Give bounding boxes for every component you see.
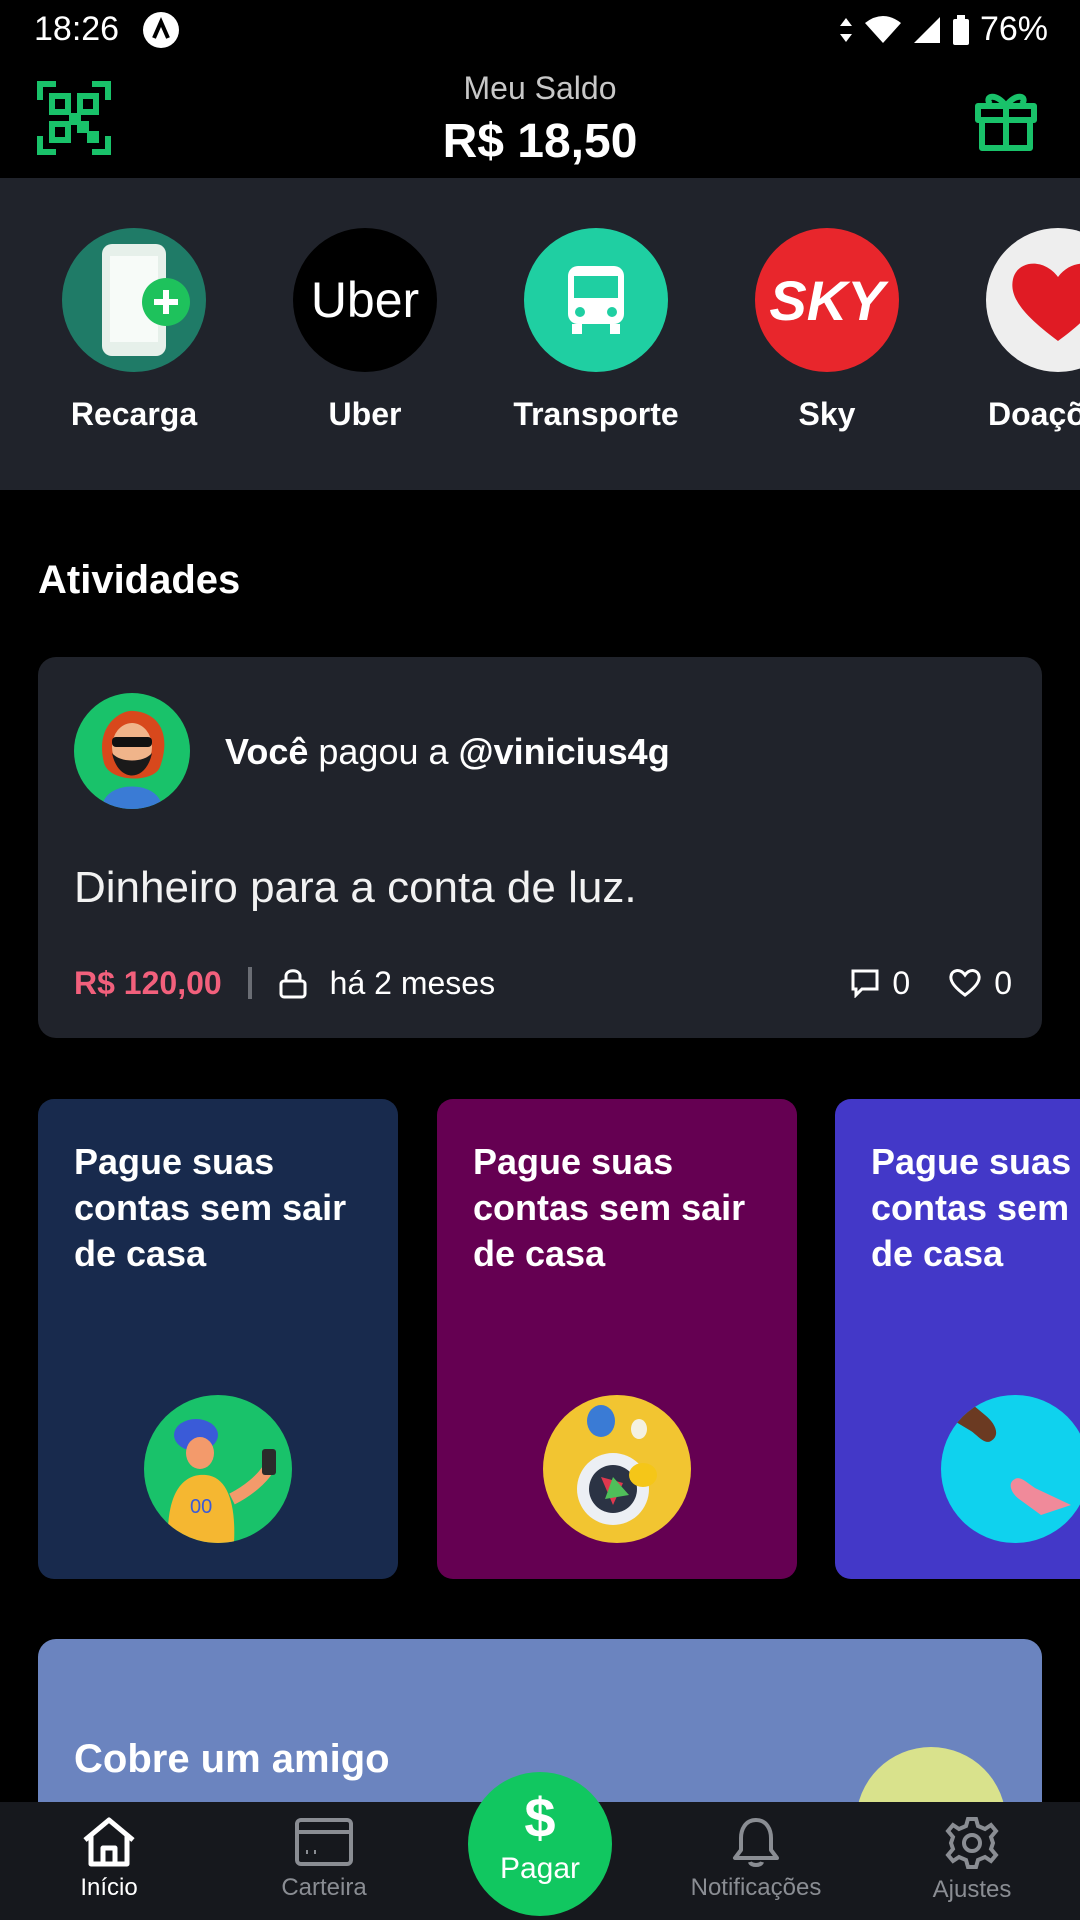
nav-label: Ajustes bbox=[932, 1876, 1012, 1903]
header: Meu Saldo R$ 18,50 bbox=[0, 60, 1080, 178]
nav-label: Notificações bbox=[690, 1874, 822, 1901]
heart-outline-icon bbox=[949, 969, 981, 997]
activity-meta: R$ 120,00 há 2 meses 0 0 bbox=[74, 961, 1012, 1005]
activity-verb: pagou a bbox=[308, 731, 459, 772]
shortcut-label: Sky bbox=[798, 396, 856, 432]
uber-logo: Uber bbox=[293, 228, 437, 372]
lock-icon bbox=[279, 969, 307, 999]
dollar-icon: $ bbox=[524, 1786, 556, 1849]
shortcut-doacao[interactable]: Doaçõ bbox=[958, 228, 1080, 433]
activity-card[interactable]: Você pagou a @vinicius4g Dinheiro para a… bbox=[38, 657, 1042, 1038]
status-time: 18:26 bbox=[34, 10, 120, 48]
status-bar: 18:26 76% bbox=[0, 0, 1080, 60]
activity-target[interactable]: @vinicius4g bbox=[459, 731, 670, 772]
person-phone-illustration: 00 bbox=[144, 1395, 292, 1543]
nav-label: Início bbox=[80, 1874, 138, 1901]
data-arrows-icon bbox=[839, 17, 852, 42]
svg-text:00: 00 bbox=[190, 1496, 212, 1518]
hands-illustration bbox=[941, 1395, 1080, 1543]
shortcut-label: Transporte bbox=[513, 396, 679, 432]
nav-label: Carteira bbox=[281, 1874, 367, 1901]
shortcut-sky[interactable]: SKY Sky bbox=[727, 228, 927, 433]
battery-icon bbox=[952, 14, 969, 45]
comment-icon bbox=[851, 969, 879, 998]
promo-title: Pague suas contas sem sair de casa bbox=[74, 1141, 347, 1274]
like-button[interactable]: 0 bbox=[948, 965, 1012, 1002]
shortcut-label: Doaçõ bbox=[988, 396, 1080, 432]
balance-label: Meu Saldo bbox=[463, 70, 617, 106]
pay-button[interactable]: $ Pagar bbox=[468, 1772, 612, 1916]
avatar[interactable] bbox=[74, 693, 190, 809]
nav-notificacoes[interactable]: Notificações bbox=[656, 1816, 856, 1902]
wallet-card-icon bbox=[295, 1818, 353, 1866]
bus-icon bbox=[524, 228, 668, 372]
comment-count: 0 bbox=[892, 964, 911, 1001]
sky-logo: SKY bbox=[755, 228, 899, 372]
activity-headline: Você pagou a @vinicius4g bbox=[225, 731, 670, 773]
heart-icon bbox=[986, 228, 1080, 372]
comment-button[interactable]: 0 bbox=[850, 965, 910, 1002]
phone-plus-icon bbox=[62, 228, 206, 372]
shortcut-label: Recarga bbox=[70, 396, 198, 432]
sky-logo-text: SKY bbox=[769, 268, 885, 332]
promo-card[interactable]: Pague suas contas sem sair de casa bbox=[835, 1099, 1080, 1579]
promo-card[interactable]: Pague suas contas sem sair de casa bbox=[437, 1099, 797, 1579]
shortcut-recarga[interactable]: Recarga bbox=[34, 228, 234, 433]
gift-button[interactable] bbox=[974, 88, 1038, 152]
shortcuts-carousel[interactable]: Recarga Uber Uber Transporte SKY Sky Doa… bbox=[0, 178, 1080, 490]
shortcut-uber[interactable]: Uber Uber bbox=[265, 228, 465, 433]
nav-ajustes[interactable]: Ajustes bbox=[872, 1816, 1072, 1904]
promo-title: Pague suas contas sem sair de casa bbox=[473, 1141, 746, 1274]
wifi-icon bbox=[864, 15, 901, 43]
activity-amount: R$ 120,00 bbox=[74, 964, 222, 1001]
uber-logo-text: Uber bbox=[310, 272, 420, 328]
shortcut-label: Uber bbox=[328, 396, 402, 432]
activity-message: Dinheiro para a conta de luz. bbox=[74, 863, 637, 912]
cobre-title: Cobre um amigo bbox=[74, 1737, 390, 1781]
section-title-atividades: Atividades bbox=[38, 558, 241, 602]
activity-time: há 2 meses bbox=[329, 964, 496, 1001]
balance-value[interactable]: R$ 18,50 bbox=[0, 114, 1080, 169]
gear-icon bbox=[945, 1817, 999, 1869]
promo-title: Pague suas contas sem sair de casa bbox=[871, 1141, 1080, 1274]
bell-icon bbox=[733, 1818, 779, 1867]
pay-label: Pagar bbox=[499, 1852, 581, 1885]
activity-actor: Você bbox=[225, 731, 309, 772]
promo-card[interactable]: Pague suas contas sem sair de casa 00 bbox=[38, 1099, 398, 1579]
shortcut-transporte[interactable]: Transporte bbox=[496, 228, 696, 433]
battery-percent: 76% bbox=[979, 10, 1048, 48]
status-icons: 76% bbox=[838, 10, 1048, 49]
like-count: 0 bbox=[994, 964, 1012, 1001]
activity-actions: 0 0 bbox=[850, 965, 1012, 1002]
promo-carousel[interactable]: Pague suas contas sem sair de casa 00 Pa… bbox=[0, 1099, 1080, 1579]
gift-icon bbox=[975, 93, 1037, 151]
home-icon bbox=[83, 1817, 135, 1867]
nav-inicio[interactable]: Início bbox=[9, 1816, 209, 1902]
app-notification-icon bbox=[143, 12, 179, 48]
astronaut-illustration bbox=[543, 1395, 691, 1543]
meta-divider bbox=[247, 967, 252, 999]
signal-icon bbox=[913, 16, 940, 43]
nav-carteira[interactable]: Carteira bbox=[224, 1816, 424, 1902]
